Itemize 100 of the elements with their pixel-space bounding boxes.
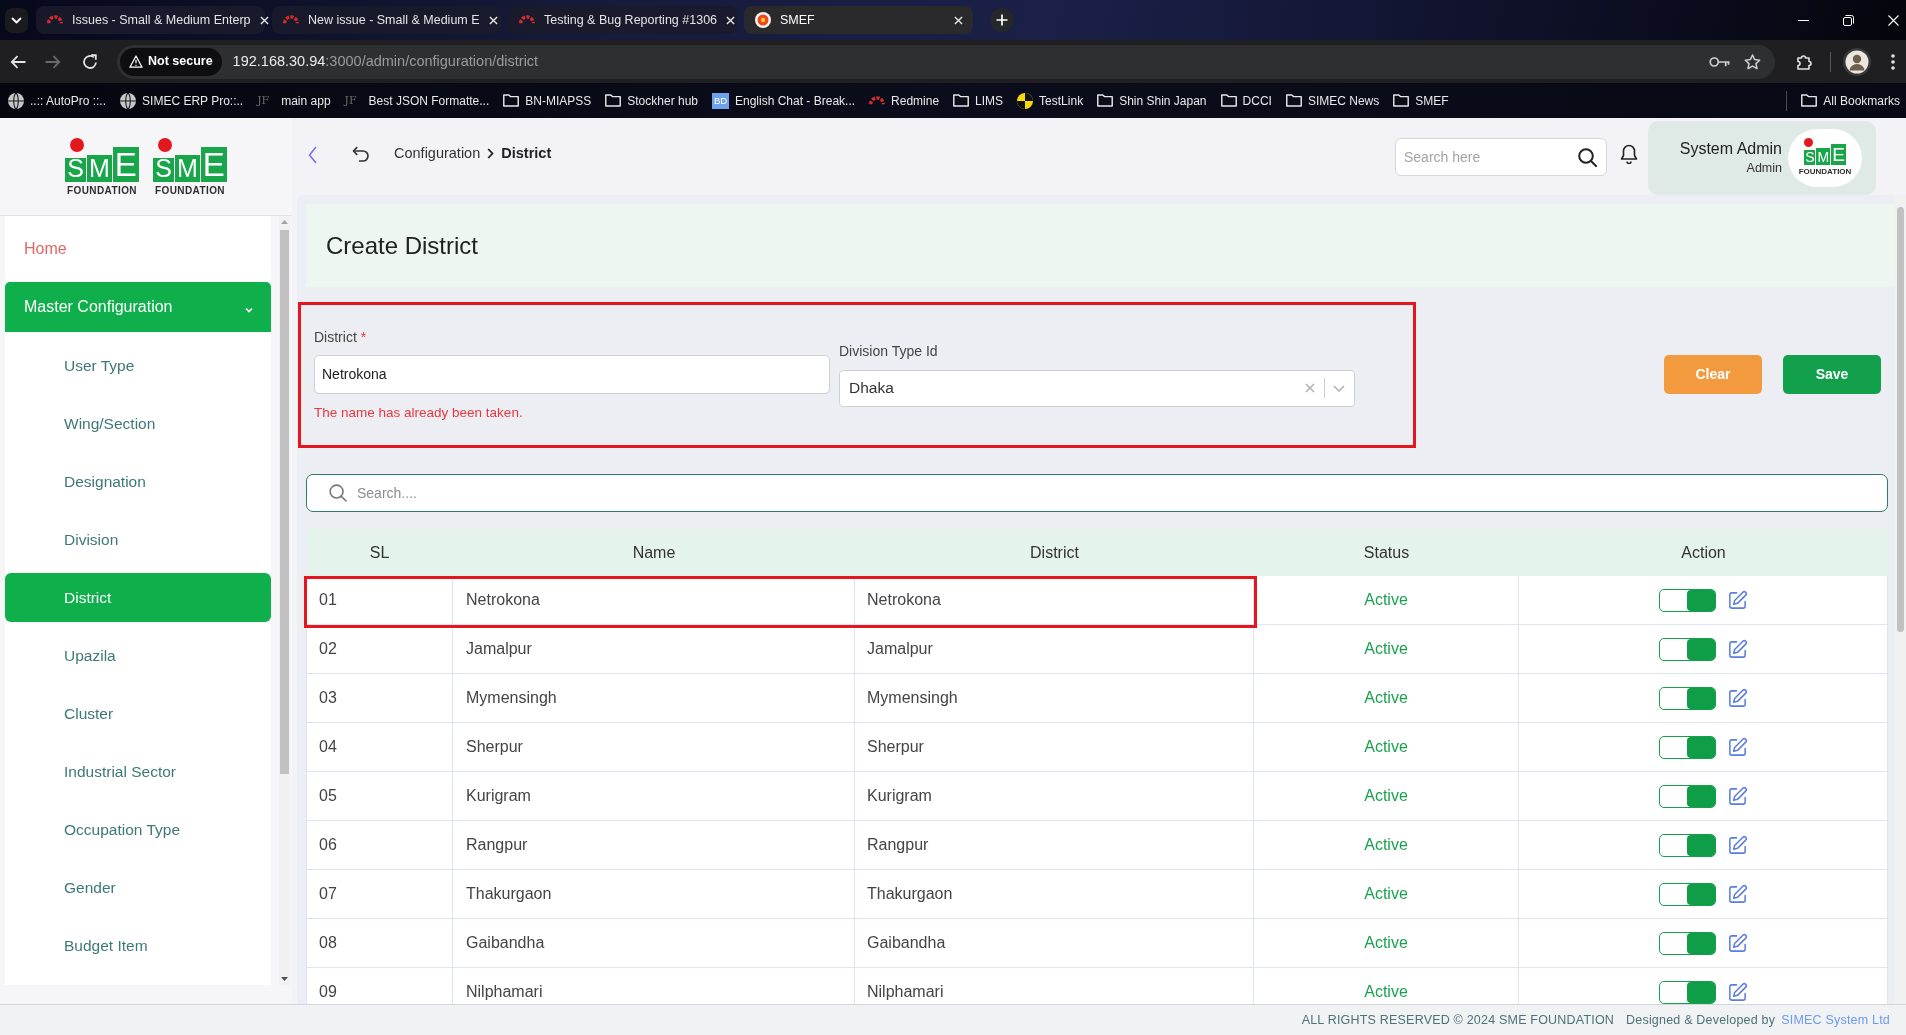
column-header: Action bbox=[1680, 542, 1727, 563]
text-field[interactable]: Netrokona bbox=[314, 354, 830, 394]
sidebar-item[interactable]: Upazila bbox=[5, 631, 271, 680]
column-header: SL bbox=[368, 542, 391, 563]
scrollbar[interactable] bbox=[279, 216, 290, 985]
close-icon[interactable] bbox=[259, 15, 269, 25]
minimize-icon[interactable] bbox=[1798, 19, 1809, 21]
folder-icon bbox=[503, 94, 520, 107]
address-bar[interactable]: Not secure 192.168.30.94:3000/admin/configuration/district bbox=[117, 44, 1775, 79]
puzzle-icon[interactable] bbox=[1796, 53, 1813, 70]
column-header: Status bbox=[1362, 542, 1411, 563]
edit-icon[interactable] bbox=[1726, 687, 1748, 709]
sidebar-item[interactable]: Wing/Section bbox=[5, 399, 271, 448]
edit-icon[interactable] bbox=[1726, 589, 1748, 611]
kebab-menu-icon[interactable] bbox=[1891, 53, 1895, 70]
bookmark[interactable]: BN-MIAPSS bbox=[503, 91, 592, 110]
scrollbar-thumb[interactable] bbox=[1897, 207, 1904, 632]
bookmark[interactable]: Stockher hub bbox=[605, 91, 698, 110]
edit-icon[interactable] bbox=[1726, 834, 1748, 856]
browser-tab[interactable]: New issue - Small & Medium E bbox=[272, 6, 501, 34]
edit-icon[interactable] bbox=[1726, 785, 1748, 807]
bookmark[interactable]: Shin Shin Japan bbox=[1097, 91, 1207, 110]
select-field[interactable]: Dhaka bbox=[839, 369, 1355, 407]
toggle-switch[interactable] bbox=[1658, 686, 1716, 710]
arch-icon bbox=[47, 15, 63, 25]
column-header: District bbox=[1029, 542, 1080, 563]
folder-icon bbox=[1285, 94, 1302, 107]
toggle-switch[interactable] bbox=[1658, 637, 1716, 661]
bookmark[interactable]: ..:: AutoPro ::.. bbox=[8, 91, 107, 110]
bookmark-favicon: JF bbox=[344, 93, 358, 108]
bookmark[interactable]: TestLink bbox=[1017, 91, 1084, 110]
field-label: Division Type Id bbox=[839, 342, 939, 360]
edit-icon[interactable] bbox=[1726, 736, 1748, 758]
bookmark[interactable]: Redmine bbox=[869, 91, 940, 110]
scrollbar[interactable] bbox=[1895, 195, 1906, 1004]
breadcrumb-link[interactable]: Configuration bbox=[394, 142, 481, 165]
toggle-switch[interactable] bbox=[1658, 931, 1716, 955]
scrollbar-thumb[interactable] bbox=[280, 230, 289, 774]
bell-icon[interactable] bbox=[1620, 143, 1638, 164]
search-field[interactable]: Search.... bbox=[306, 474, 1888, 512]
chevron-left-icon[interactable] bbox=[308, 145, 317, 164]
chevron-right-icon bbox=[487, 148, 495, 159]
bookmark[interactable]: LIMS bbox=[953, 91, 1004, 110]
url-text[interactable]: 192.168.30.94:3000/admin/configuration/district bbox=[232, 50, 539, 73]
plus-icon[interactable] bbox=[990, 8, 1014, 32]
edit-icon[interactable] bbox=[1726, 932, 1748, 954]
browser-tab[interactable]: SMEF bbox=[744, 6, 973, 34]
avatar-icon[interactable] bbox=[1843, 47, 1871, 76]
folder-icon bbox=[1097, 94, 1114, 107]
toggle-switch[interactable] bbox=[1658, 784, 1716, 808]
star-icon[interactable] bbox=[1744, 53, 1761, 70]
round-logo-icon bbox=[755, 12, 771, 28]
clear-icon[interactable] bbox=[1305, 383, 1315, 393]
key-icon[interactable] bbox=[1709, 55, 1730, 68]
bookmark[interactable]: JF Best JSON Formatte... bbox=[344, 91, 490, 110]
sidebar-item[interactable]: Industrial Sector bbox=[5, 747, 271, 796]
triangle-down-icon[interactable] bbox=[281, 977, 288, 981]
edit-icon[interactable] bbox=[1726, 638, 1748, 660]
bookmark[interactable]: All Bookmarks bbox=[1801, 91, 1900, 110]
bookmark[interactable]: SMEF bbox=[1393, 91, 1449, 110]
toggle-switch[interactable] bbox=[1658, 980, 1716, 1004]
sidebar-item[interactable]: Designation bbox=[5, 457, 271, 506]
sidebar-item[interactable]: User Type bbox=[5, 341, 271, 390]
toggle-switch[interactable] bbox=[1658, 833, 1716, 857]
sidebar-item[interactable]: Division bbox=[5, 515, 271, 564]
toggle-switch[interactable] bbox=[1658, 588, 1716, 612]
bookmark[interactable]: JF main app bbox=[257, 91, 331, 110]
undo-arrow-icon[interactable] bbox=[352, 145, 370, 162]
bookmark[interactable]: SIMEC ERP Pro::.. bbox=[120, 91, 244, 110]
toggle-switch[interactable] bbox=[1658, 882, 1716, 906]
error-message: The name has already been taken. bbox=[314, 403, 524, 421]
warning-icon bbox=[129, 55, 143, 68]
copyright-text: ALL RIGHTS RESERVED © 2024 SME FOUNDATION bbox=[1301, 1011, 1615, 1029]
logo-caption: FOUNDATION bbox=[155, 185, 225, 196]
close-icon[interactable] bbox=[954, 15, 963, 25]
sidebar-item[interactable]: Budget Item bbox=[5, 921, 271, 970]
reload-icon[interactable] bbox=[82, 53, 98, 70]
globe-icon bbox=[120, 92, 137, 109]
logo-caption: FOUNDATION bbox=[1798, 167, 1852, 176]
security-chip[interactable]: Not secure bbox=[120, 47, 222, 76]
sidebar-item[interactable]: Occupation Type bbox=[5, 805, 271, 854]
search-icon[interactable] bbox=[1578, 147, 1597, 167]
bookmark[interactable]: DCCI bbox=[1220, 91, 1272, 110]
bookmark[interactable]: BD English Chat - Break... bbox=[712, 91, 856, 110]
bookmark[interactable]: SIMEC News bbox=[1285, 91, 1380, 110]
edit-icon[interactable] bbox=[1726, 883, 1748, 905]
close-icon[interactable] bbox=[488, 15, 498, 25]
edit-icon[interactable] bbox=[1726, 981, 1748, 1003]
forward-arrow-icon[interactable] bbox=[45, 54, 61, 69]
chevron-down-icon[interactable] bbox=[5, 7, 28, 33]
triangle-up-icon[interactable] bbox=[281, 220, 288, 224]
restore-icon[interactable] bbox=[1843, 14, 1854, 26]
sidebar-item[interactable]: Cluster bbox=[5, 689, 271, 738]
sidebar-item[interactable]: Gender bbox=[5, 863, 271, 912]
back-arrow-icon[interactable] bbox=[10, 54, 26, 69]
toggle-switch[interactable] bbox=[1658, 735, 1716, 759]
close-icon[interactable] bbox=[726, 15, 736, 25]
folder-icon bbox=[953, 94, 970, 107]
quartered-circle-icon bbox=[1017, 92, 1034, 109]
browser-tab[interactable]: Testing & Bug Reporting #1306 bbox=[508, 6, 737, 34]
